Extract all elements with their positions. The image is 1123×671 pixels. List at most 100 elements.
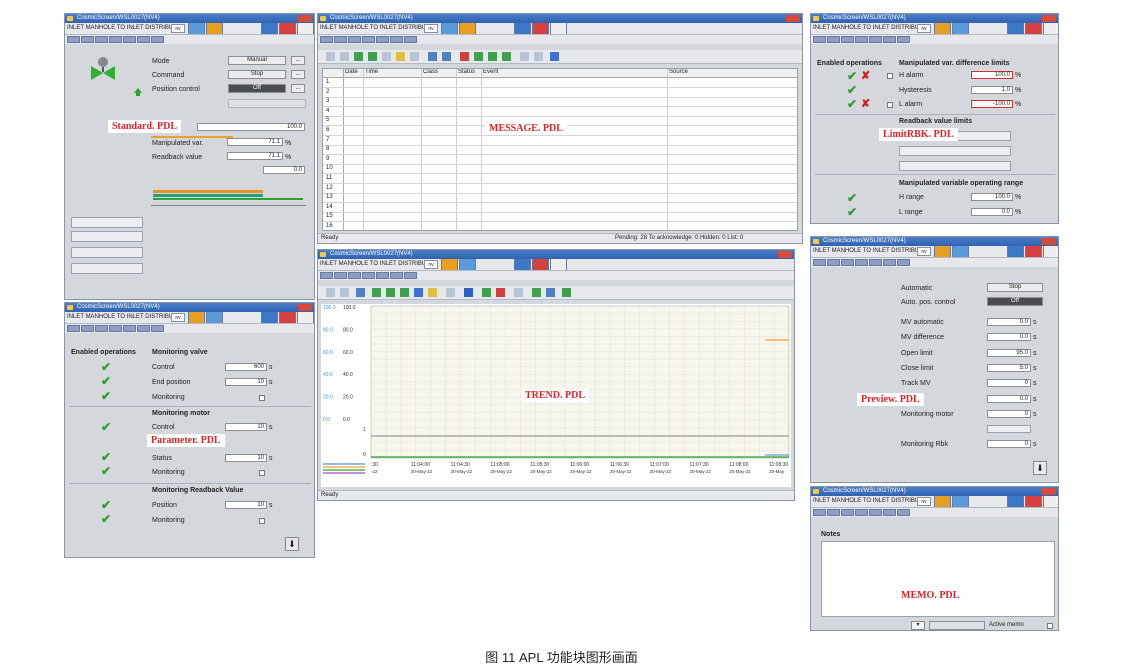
memo-action-button[interactable]	[929, 621, 985, 630]
view-tab[interactable]	[883, 36, 896, 43]
instance-dropdown[interactable]: nv	[424, 260, 438, 269]
view-tab[interactable]	[348, 272, 361, 279]
h-range-field[interactable]: 100.0	[971, 193, 1013, 201]
valve-monitoring-checkbox[interactable]	[259, 395, 265, 401]
minimize-icon[interactable]	[1043, 23, 1058, 34]
command-button[interactable]: Stop	[228, 70, 286, 79]
red-icon[interactable]	[1025, 496, 1042, 507]
faceplate-view-icon[interactable]	[188, 23, 205, 34]
faceplate-view-icon[interactable]	[934, 23, 951, 34]
print-icon[interactable]	[546, 288, 555, 297]
minimize-icon[interactable]	[1043, 246, 1058, 257]
l-alarm-checkbox[interactable]	[887, 102, 893, 108]
position-control-more-button[interactable]: ...	[291, 84, 305, 93]
close-button[interactable]	[298, 15, 312, 22]
view-tab[interactable]	[883, 259, 896, 266]
stop-icon[interactable]	[464, 288, 473, 297]
close-button[interactable]	[1042, 488, 1056, 495]
view-tab[interactable]	[869, 259, 882, 266]
toolbar-icon[interactable]	[496, 288, 505, 297]
minimize-icon[interactable]	[550, 259, 567, 270]
scroll-down-button[interactable]: ⬇	[285, 537, 299, 551]
view-tab[interactable]	[95, 36, 108, 43]
faceplate-view-icon[interactable]	[934, 496, 951, 507]
view-tab[interactable]	[334, 272, 347, 279]
preview-view-icon[interactable]	[952, 246, 969, 257]
help-icon[interactable]	[1007, 246, 1024, 257]
l-range-field[interactable]: 0.0	[971, 208, 1013, 216]
instance-dropdown[interactable]: nv	[171, 313, 185, 322]
print-icon[interactable]	[428, 52, 437, 61]
view-tab[interactable]	[855, 259, 868, 266]
close-button[interactable]	[778, 251, 792, 258]
view-tab[interactable]	[855, 509, 868, 516]
red-icon[interactable]	[1025, 23, 1042, 34]
view-tab[interactable]	[137, 36, 150, 43]
title-bar[interactable]: CosmicScreen/WSL0027(NV4)	[811, 14, 1058, 23]
toolbar-icon[interactable]	[460, 52, 469, 61]
first-icon[interactable]	[326, 288, 335, 297]
l-alarm-field[interactable]: -100.0	[971, 100, 1013, 108]
view-tab[interactable]	[841, 259, 854, 266]
view-tab[interactable]	[67, 325, 80, 332]
preview-view-icon[interactable]	[459, 259, 476, 270]
view-tab[interactable]	[390, 36, 403, 43]
view-tab[interactable]	[151, 325, 164, 332]
minimize-icon[interactable]	[1043, 496, 1058, 507]
motor-monitoring-checkbox[interactable]	[259, 470, 265, 476]
view-tab[interactable]	[813, 509, 826, 516]
view-tab[interactable]	[897, 259, 910, 266]
toolbar-icon[interactable]	[502, 52, 511, 61]
view-tab[interactable]	[404, 272, 417, 279]
close-button[interactable]	[786, 15, 800, 22]
view-tab[interactable]	[334, 36, 347, 43]
view-tab[interactable]	[883, 509, 896, 516]
move-icon[interactable]	[414, 288, 423, 297]
toolbar-icon[interactable]	[488, 52, 497, 61]
red-icon[interactable]	[532, 259, 549, 270]
toolbar-icon[interactable]	[534, 52, 543, 61]
faceplate-view-icon[interactable]	[188, 312, 205, 323]
view-tab[interactable]	[348, 36, 361, 43]
toolbar-icon[interactable]	[532, 288, 541, 297]
view-tab[interactable]	[151, 36, 164, 43]
view-tab[interactable]	[81, 325, 94, 332]
preview-view-icon[interactable]	[459, 23, 476, 34]
toolbar-icon[interactable]	[520, 52, 529, 61]
view-tab[interactable]	[841, 509, 854, 516]
view-tab[interactable]	[123, 325, 136, 332]
help-icon[interactable]	[1007, 23, 1024, 34]
readback-monitoring-checkbox[interactable]	[259, 518, 265, 524]
zoom-in-icon[interactable]	[372, 288, 381, 297]
end-position-field[interactable]: 10	[225, 378, 267, 386]
instance-dropdown[interactable]: nv	[171, 24, 185, 33]
toolbar-icon[interactable]	[514, 288, 523, 297]
readback-position-field[interactable]: 10	[225, 501, 267, 509]
close-button[interactable]	[298, 304, 312, 311]
h-alarm-checkbox[interactable]	[887, 73, 893, 79]
position-control-button[interactable]: Off	[228, 84, 286, 93]
toolbar-icon[interactable]	[410, 52, 419, 61]
toolbar-icon[interactable]	[562, 288, 571, 297]
view-tab[interactable]	[855, 36, 868, 43]
view-tab[interactable]	[897, 36, 910, 43]
instance-dropdown[interactable]: nv	[917, 497, 931, 506]
toolbar-icon[interactable]	[446, 288, 455, 297]
view-tab[interactable]	[362, 272, 375, 279]
close-button[interactable]	[1042, 238, 1056, 245]
faceplate-view-icon[interactable]	[441, 259, 458, 270]
refresh-icon[interactable]	[354, 52, 363, 61]
memo-dropdown[interactable]: ▾	[911, 621, 925, 630]
toolbar-icon[interactable]	[382, 52, 391, 61]
toolbar-icon[interactable]	[396, 52, 405, 61]
preview-view-icon[interactable]	[952, 496, 969, 507]
view-tab[interactable]	[362, 36, 375, 43]
help-icon[interactable]	[261, 312, 278, 323]
view-tab[interactable]	[320, 36, 333, 43]
red-icon[interactable]	[279, 23, 296, 34]
h-alarm-field[interactable]: 100.0	[971, 71, 1013, 79]
view-tab[interactable]	[137, 325, 150, 332]
view-tab[interactable]	[404, 36, 417, 43]
mode-more-button[interactable]: ...	[291, 56, 305, 65]
motor-status-field[interactable]: 10	[225, 454, 267, 462]
